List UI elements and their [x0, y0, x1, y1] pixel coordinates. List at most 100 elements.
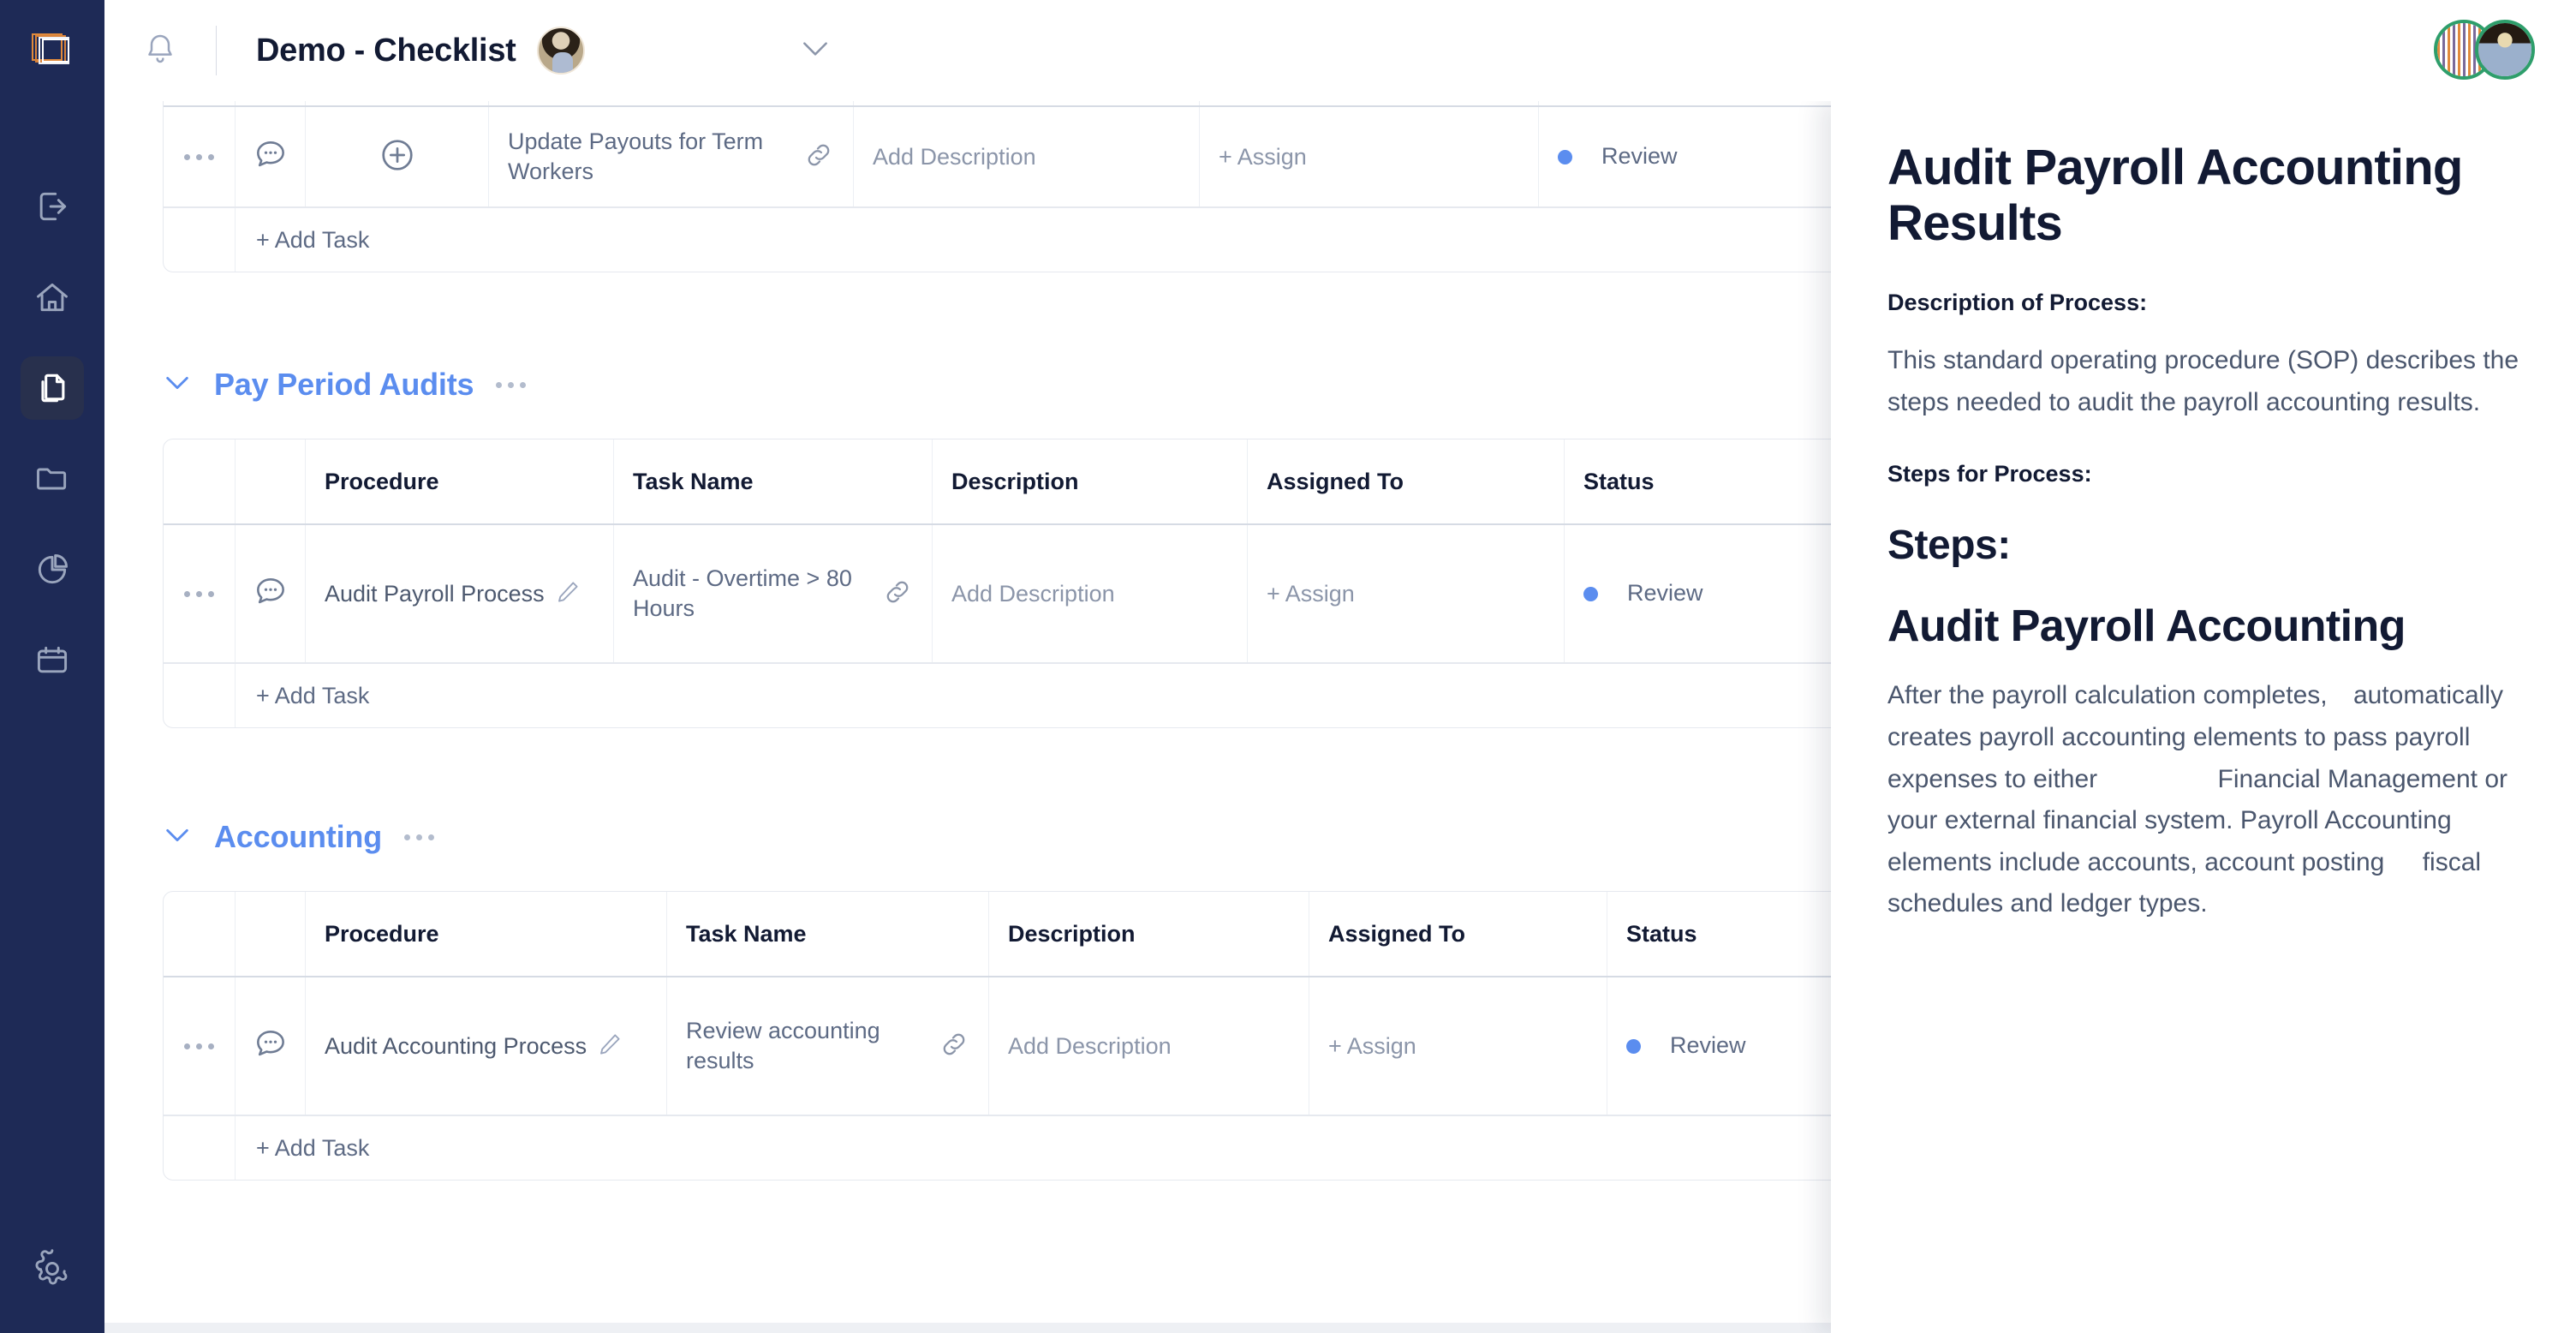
- edit-pencil-icon[interactable]: [597, 1031, 623, 1061]
- sidebar-nav: [21, 175, 84, 692]
- table-header-cell: [854, 101, 1200, 105]
- status-dot-icon: [1583, 586, 1598, 601]
- row-comment-button[interactable]: [236, 525, 306, 662]
- table-header-cell: [236, 101, 306, 105]
- sidebar-item-settings[interactable]: [21, 1239, 84, 1302]
- home-icon: [33, 278, 71, 316]
- description-text: Add Description: [873, 143, 1036, 170]
- assigned-to-cell[interactable]: + Assign: [1309, 977, 1607, 1115]
- sidebar-item-logout[interactable]: [21, 175, 84, 238]
- column-header-label: Status: [1583, 468, 1655, 494]
- chevron-down-icon: [799, 41, 832, 63]
- procedure-cell[interactable]: Audit Accounting Process: [306, 977, 667, 1115]
- avatar[interactable]: [536, 27, 585, 75]
- audit-payroll-accounting-body: After the payroll calculation completes,…: [1887, 675, 2519, 925]
- task-name-text: Review accounting results: [686, 1017, 880, 1073]
- table-header-cell: [306, 101, 489, 105]
- avatar-group[interactable]: [2434, 20, 2545, 81]
- row-add-button[interactable]: [306, 107, 489, 206]
- table-header-cell-description[interactable]: Description: [933, 439, 1248, 523]
- description-cell[interactable]: Add Description: [933, 525, 1248, 662]
- section-menu-icon[interactable]: [403, 834, 434, 840]
- edit-pencil-icon[interactable]: [555, 579, 581, 609]
- column-header-label: Procedure: [325, 920, 439, 947]
- table-header-cell-description[interactable]: Description: [989, 892, 1309, 976]
- table-header-cell-assigned-to[interactable]: Assigned To: [1248, 439, 1565, 523]
- notifications-button[interactable]: [104, 32, 216, 70]
- link-icon[interactable]: [803, 140, 834, 175]
- row-comment-button[interactable]: [236, 107, 306, 206]
- table-header-row: Procedure Task Name Description Assigned…: [164, 892, 1931, 977]
- table-header-cell: [164, 892, 236, 976]
- description-cell[interactable]: Add Description: [989, 977, 1309, 1115]
- status-badge: Review: [1627, 580, 1703, 607]
- add-task-label: + Add Task: [256, 1134, 370, 1161]
- audit-payroll-accounting-heading: Audit Payroll Accounting: [1887, 601, 2406, 652]
- detail-panel-title: Audit Payroll Accounting Results: [1887, 140, 2463, 251]
- table-header-cell-task-name[interactable]: Task Name: [614, 439, 933, 523]
- more-options-icon: [184, 590, 214, 597]
- row-menu-button[interactable]: [164, 525, 236, 662]
- assign-label: + Assign: [1267, 580, 1355, 607]
- sidebar-item-folder[interactable]: [21, 447, 84, 511]
- assign-label: + Assign: [1219, 143, 1307, 170]
- column-header-label: Status: [1626, 920, 1697, 947]
- description-text: Add Description: [1008, 1032, 1172, 1059]
- assigned-to-cell[interactable]: + Assign: [1200, 107, 1539, 206]
- avatar[interactable]: [2475, 20, 2535, 80]
- table-row[interactable]: Audit Accounting Process Review accounti…: [164, 977, 1931, 1116]
- sidebar-item-reports[interactable]: [21, 538, 84, 601]
- table-header-cell-assigned-to[interactable]: Assigned To: [1309, 892, 1607, 976]
- description-cell[interactable]: Add Description: [854, 107, 1200, 206]
- gear-icon: [33, 1248, 72, 1293]
- add-task-row[interactable]: + Add Task: [164, 208, 1931, 272]
- redacted-text: [2327, 675, 2346, 717]
- status-dot-icon: [1558, 149, 1572, 164]
- redacted-text: [2097, 758, 2211, 801]
- section-title: Accounting: [214, 819, 382, 854]
- title-dropdown-button[interactable]: [799, 39, 832, 63]
- comment-icon: [252, 573, 289, 615]
- body-text-part-4: account posting: [2204, 847, 2385, 876]
- sidebar-item-documents[interactable]: [21, 356, 84, 420]
- table-row[interactable]: Audit Payroll Process Audit - Overtime >…: [164, 525, 1931, 664]
- top-bar: Demo - Checklist: [104, 0, 2576, 101]
- table-header-cell-procedure[interactable]: Procedure: [306, 439, 614, 523]
- status-badge: Review: [1601, 143, 1678, 170]
- table-header-cell: [489, 101, 854, 105]
- procedure-cell[interactable]: Audit Payroll Process: [306, 525, 614, 662]
- section-menu-icon[interactable]: [496, 381, 527, 388]
- assigned-to-cell[interactable]: + Assign: [1248, 525, 1565, 662]
- table-header-row: Procedure Task Name Description Assigned…: [164, 439, 1931, 525]
- steps-heading: Steps:: [1887, 523, 2011, 569]
- sidebar-item-home[interactable]: [21, 266, 84, 329]
- table-row[interactable]: Update Payouts for Term Workers Add Desc…: [164, 107, 1931, 208]
- column-header-label: Description: [1008, 920, 1136, 947]
- add-task-label: + Add Task: [256, 226, 370, 253]
- add-task-row[interactable]: + Add Task: [164, 664, 1931, 727]
- pie-chart-icon: [33, 551, 71, 589]
- column-header-label: Task Name: [633, 468, 754, 494]
- table-header-cell: [1200, 101, 1539, 105]
- row-menu-button[interactable]: [164, 977, 236, 1115]
- table-header-cell-task-name[interactable]: Task Name: [667, 892, 989, 976]
- more-options-icon: [184, 153, 214, 160]
- row-comment-button[interactable]: [236, 977, 306, 1115]
- table-header-cell: [236, 439, 306, 523]
- task-name-cell[interactable]: Update Payouts for Term Workers: [489, 107, 854, 206]
- task-name-cell[interactable]: Review accounting results: [667, 977, 989, 1115]
- table-header-cell: [236, 892, 306, 976]
- link-icon[interactable]: [939, 1029, 969, 1064]
- column-header-label: Assigned To: [1267, 468, 1404, 494]
- sidebar-item-calendar[interactable]: [21, 629, 84, 692]
- add-task-row[interactable]: + Add Task: [164, 1116, 1931, 1180]
- app-logo-icon[interactable]: [28, 26, 76, 74]
- link-icon[interactable]: [882, 577, 913, 612]
- column-header-label: Procedure: [325, 468, 439, 494]
- toolbar-divider: [216, 26, 217, 75]
- collapse-chevron-icon[interactable]: [163, 374, 192, 397]
- collapse-chevron-icon[interactable]: [163, 826, 192, 849]
- task-name-cell[interactable]: Audit - Overtime > 80 Hours: [614, 525, 933, 662]
- row-menu-button[interactable]: [164, 107, 236, 206]
- table-header-cell-procedure[interactable]: Procedure: [306, 892, 667, 976]
